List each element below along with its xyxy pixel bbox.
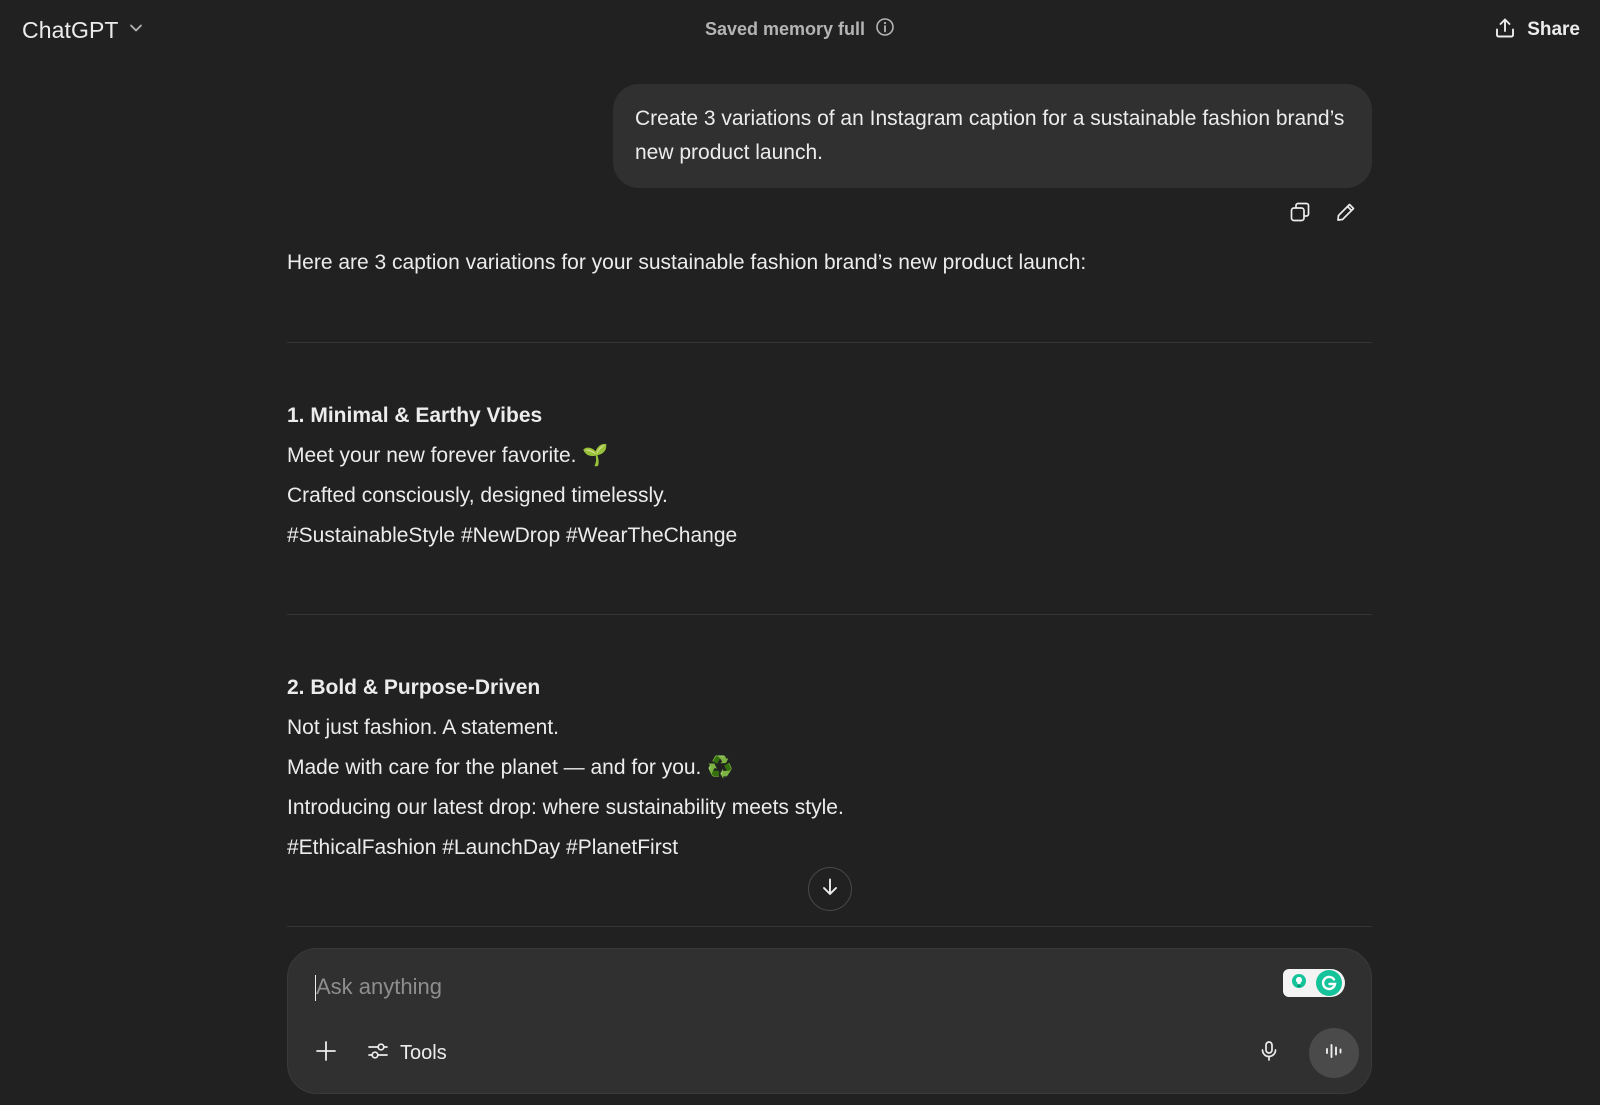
edit-pencil-icon[interactable]: [1330, 196, 1362, 228]
conversation-thread: Create 3 variations of an Instagram capt…: [287, 60, 1372, 927]
text-caret: [315, 975, 316, 1001]
share-label: Share: [1527, 19, 1580, 40]
tools-label: Tools: [400, 1041, 447, 1064]
caption-line: Meet your new forever favorite. 🌱: [287, 444, 609, 467]
dictate-button[interactable]: [1249, 1033, 1289, 1073]
caption-title: 2. Bold & Purpose-Driven: [287, 676, 541, 699]
divider: [287, 614, 1372, 615]
copy-icon[interactable]: [1284, 196, 1316, 228]
chevron-down-icon: [127, 19, 145, 42]
share-button[interactable]: Share: [1485, 11, 1588, 49]
info-icon[interactable]: [875, 17, 895, 42]
caption-line: Made with care for the planet — and for …: [287, 756, 734, 779]
sliders-icon: [366, 1039, 390, 1068]
composer: Tools: [287, 948, 1372, 1094]
model-switcher[interactable]: ChatGPT: [12, 12, 155, 48]
caption-line: Not just fashion. A statement.: [287, 716, 559, 739]
attach-plus-button[interactable]: [306, 1033, 346, 1073]
caption-hashtags: #EthicalFashion #LaunchDay #PlanetFirst: [287, 836, 679, 859]
tools-button[interactable]: Tools: [358, 1035, 455, 1071]
memory-status-text: Saved memory full: [704, 19, 866, 39]
grammarly-icon[interactable]: [1283, 969, 1345, 997]
divider: [287, 342, 1372, 343]
caption-hashtags: #SustainableStyle #NewDrop #WearTheChang…: [287, 524, 738, 547]
caption-line: Crafted consciously, designed timelessly…: [287, 484, 668, 507]
share-upload-icon: [1493, 16, 1517, 45]
divider: [287, 926, 1372, 927]
top-bar: ChatGPT Saved memory full Share: [0, 0, 1600, 60]
user-message: Create 3 variations of an Instagram capt…: [613, 84, 1372, 188]
prompt-input[interactable]: [314, 967, 1234, 1007]
caption-variation-1: 1. Minimal & Earthy Vibes Meet your new …: [287, 396, 737, 556]
arrow-down-icon: [819, 876, 841, 903]
voice-mode-button[interactable]: [1309, 1028, 1359, 1078]
caption-line: Introducing our latest drop: where susta…: [287, 796, 844, 819]
model-name: ChatGPT: [22, 16, 119, 43]
scroll-to-bottom-button[interactable]: [808, 867, 852, 911]
memory-status[interactable]: Saved memory full: [680, 17, 920, 42]
assistant-intro: Here are 3 caption variations for your s…: [287, 251, 1087, 274]
voice-waveform-icon: [1322, 1039, 1346, 1068]
caption-title: 1. Minimal & Earthy Vibes: [287, 404, 543, 427]
plus-icon: [314, 1039, 338, 1068]
caption-variation-2: 2. Bold & Purpose-Driven Not just fashio…: [287, 668, 844, 868]
user-message-actions: [1284, 196, 1362, 228]
microphone-icon: [1257, 1039, 1281, 1068]
